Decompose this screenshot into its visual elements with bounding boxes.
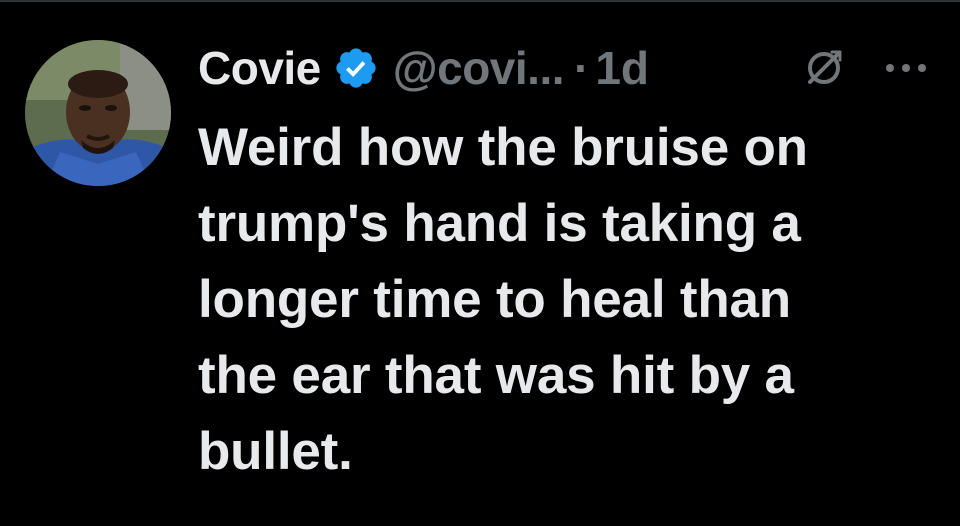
tweet-text-line: the ear that was hit by a bbox=[198, 346, 794, 405]
more-options-icon[interactable] bbox=[882, 46, 930, 90]
tweet-text-line: longer time to heal than bbox=[198, 270, 791, 329]
display-name[interactable]: Covie bbox=[198, 41, 321, 95]
tweet-text-line: trump's hand is taking a bbox=[198, 194, 801, 253]
avatar[interactable] bbox=[25, 40, 171, 186]
avatar-image bbox=[25, 40, 171, 186]
timestamp[interactable]: 1d bbox=[595, 41, 649, 95]
grok-icon[interactable] bbox=[802, 46, 846, 90]
user-handle[interactable]: @covi... bbox=[393, 41, 565, 95]
verified-badge-icon[interactable] bbox=[333, 45, 379, 91]
tweet-text-line: Weird how the bruise on bbox=[198, 118, 808, 177]
separator-dot: · bbox=[574, 42, 590, 94]
tweet-text-line: bullet. bbox=[198, 422, 353, 481]
tweet-text: Weird how the bruise on trump's hand is … bbox=[198, 110, 938, 490]
tweet[interactable]: Covie @covi... · 1d Weird how the bruise… bbox=[0, 0, 960, 526]
